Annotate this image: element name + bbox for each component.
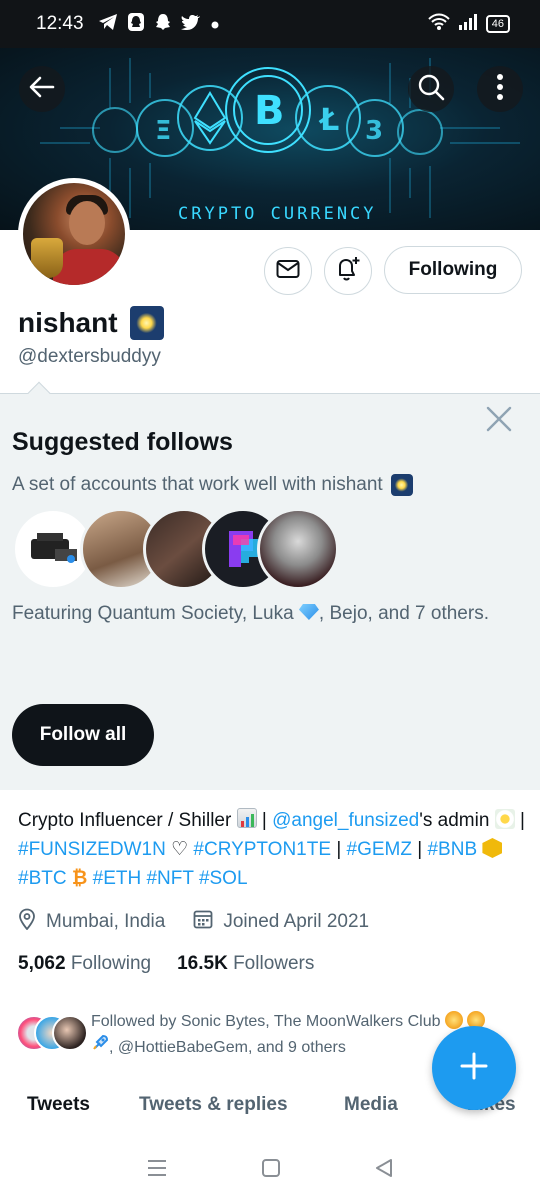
status-time: 12:43: [36, 13, 84, 34]
following-button[interactable]: Following: [384, 246, 522, 294]
bio-mention-link[interactable]: @angel_funsized: [272, 810, 419, 831]
gem-emoji-icon: [298, 604, 319, 620]
home-button[interactable]: [261, 1158, 281, 1183]
back-arrow-icon: [29, 76, 55, 103]
sparkle-emoji-icon: [390, 474, 413, 496]
battery-icon: 46: [485, 15, 510, 33]
back-nav-button[interactable]: [374, 1158, 394, 1183]
banner-caption: CRYPTO CURRENCY: [178, 204, 377, 224]
followers-count-link[interactable]: 16.5K Followers: [177, 953, 314, 975]
tab-tweets-replies[interactable]: Tweets & replies: [139, 1094, 288, 1116]
hashtag-link[interactable]: #FUNSIZEDW1N: [18, 839, 166, 860]
hashtag-link[interactable]: #GEMZ: [347, 839, 412, 860]
followed-by-text: Followed by Sonic Bytes, The MoonWalkers…: [91, 1010, 491, 1060]
sparkle-emoji-icon: [129, 306, 164, 340]
profile-name-text: nishant: [18, 307, 118, 338]
following-count-link[interactable]: 5,062 Following: [18, 953, 151, 975]
follow-all-button[interactable]: Follow all: [12, 704, 154, 766]
suggested-featuring-text: Featuring Quantum Society, Luka , Bejo, …: [12, 603, 489, 624]
system-navigation-bar: [0, 1140, 540, 1200]
avatar: [52, 1015, 88, 1051]
system-icons: 46: [428, 13, 510, 36]
suggested-follows-subtitle: A set of accounts that work well with ni…: [12, 474, 413, 496]
dismiss-suggestions-button[interactable]: [482, 404, 516, 438]
snapchat-icon: [154, 13, 172, 36]
profile-joined-date: Joined April 2021: [223, 911, 370, 932]
svg-text:3: 3: [365, 116, 383, 146]
svg-text:B: B: [254, 88, 285, 134]
message-button[interactable]: [264, 247, 312, 295]
search-icon: [417, 73, 445, 106]
snapchat-ghost-icon: [127, 12, 145, 37]
plus-icon: [459, 1051, 489, 1086]
recent-apps-button[interactable]: [146, 1158, 168, 1183]
profile-avatar[interactable]: [18, 178, 130, 290]
profile-location: Mumbai, India: [46, 911, 166, 932]
svg-text:Ξ: Ξ: [155, 116, 171, 146]
more-options-button[interactable]: [477, 66, 523, 112]
status-bar: 12:43 46: [0, 0, 540, 48]
followed-by-avatars: [16, 1015, 88, 1051]
tab-tweets[interactable]: Tweets: [27, 1094, 90, 1116]
wifi-icon: [428, 13, 450, 36]
rocket-emoji-icon: [91, 1034, 109, 1052]
flower-emoji-icon: [494, 809, 515, 829]
signal-icon: [458, 13, 478, 35]
profile-bio: Crypto Influencer / Shiller | @angel_fun…: [18, 808, 525, 889]
hashtag-link[interactable]: #BTC: [18, 868, 67, 889]
telegram-icon: [98, 13, 118, 36]
profile-name: nishant: [18, 306, 164, 340]
hashtag-link[interactable]: #SOL: [199, 868, 248, 889]
notification-icons: [98, 12, 220, 37]
suggested-follows-title: Suggested follows: [12, 428, 233, 456]
mail-icon: [276, 259, 300, 284]
compose-tweet-button[interactable]: [432, 1026, 516, 1110]
bitcoin-icon: ₿: [71, 868, 88, 889]
suggested-avatar[interactable]: [257, 508, 339, 590]
svg-text:Ł: Ł: [318, 103, 339, 138]
dot-icon: [210, 14, 220, 35]
twitter-icon: [180, 14, 201, 35]
profile-stats: 5,062 Following 16.5K Followers: [18, 953, 314, 975]
more-vertical-icon: [496, 73, 504, 105]
hashtag-link[interactable]: #NFT: [146, 868, 193, 889]
tab-media[interactable]: Media: [344, 1094, 398, 1116]
back-button[interactable]: [19, 66, 65, 112]
emoji-icon: [444, 1011, 463, 1029]
close-icon: [486, 406, 512, 437]
notifications-button[interactable]: [324, 247, 372, 295]
hashtag-link[interactable]: #CRYPTON1TE: [193, 839, 331, 860]
chart-emoji-icon: [236, 808, 257, 828]
profile-meta: Mumbai, India Joined April 2021: [18, 908, 369, 936]
hashtag-link[interactable]: #ETH: [93, 868, 142, 889]
profile-handle: @dextersbuddyy: [18, 346, 161, 367]
location-pin-icon: [18, 908, 36, 936]
bnb-icon: [482, 838, 503, 858]
calendar-icon: [193, 909, 213, 935]
bell-plus-icon: [334, 255, 362, 288]
search-button[interactable]: [408, 66, 454, 112]
hashtag-link[interactable]: #BNB: [427, 839, 477, 860]
